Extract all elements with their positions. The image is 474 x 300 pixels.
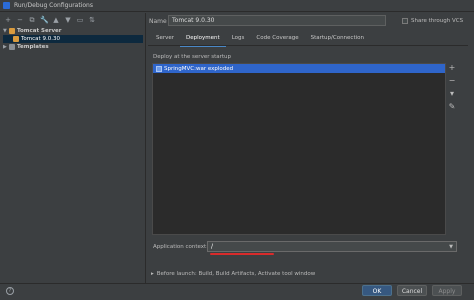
name-label: Name	[149, 18, 167, 25]
tree-group-tomcat[interactable]: ▼ Tomcat Server	[3, 27, 143, 35]
wrench-icon	[9, 44, 15, 50]
move-down-icon[interactable]: ▾	[448, 90, 456, 98]
tree-item-label: Tomcat 9.0.30	[21, 36, 60, 42]
cancel-button[interactable]: Cancel	[397, 285, 427, 296]
chevron-down-icon[interactable]: ▼	[448, 244, 454, 250]
add-icon[interactable]: +	[4, 16, 12, 24]
wrench-icon[interactable]: 🔧	[40, 16, 49, 24]
footer-divider	[0, 283, 474, 284]
tree-group-label: Tomcat Server	[17, 28, 62, 34]
intellij-icon	[3, 2, 10, 9]
folder-icon[interactable]: ▭	[76, 16, 84, 24]
tree-group-templates[interactable]: ▶ Templates	[3, 43, 143, 51]
config-toolbar: + − ⧉ 🔧 ▲ ▼ ▭ ⇅	[4, 15, 96, 25]
app-context-value: /	[211, 243, 214, 250]
app-context-field[interactable]: / ▼	[207, 241, 457, 252]
chevron-right-icon[interactable]: ▸	[151, 271, 154, 277]
move-down-icon[interactable]: ▼	[64, 16, 72, 24]
tree-templates-label: Templates	[17, 44, 49, 50]
apply-button[interactable]: Apply	[432, 285, 462, 296]
config-tree: ▼ Tomcat Server Tomcat 9.0.30 ▶ Template…	[3, 27, 143, 51]
deploy-list[interactable]: SpringMVC:war exploded	[152, 63, 446, 235]
name-field[interactable]: Tomcat 9.0.30	[168, 15, 386, 26]
move-up-icon[interactable]: ▲	[52, 16, 60, 24]
remove-icon[interactable]: −	[448, 77, 456, 85]
remove-icon[interactable]: −	[16, 16, 24, 24]
pane-divider[interactable]	[145, 13, 146, 283]
title-bar: Run/Debug Configurations	[0, 0, 474, 12]
red-underline	[210, 253, 274, 255]
artifact-icon	[156, 65, 162, 72]
tomcat-icon	[13, 36, 19, 42]
share-vcs-checkbox[interactable]: Share through VCS	[402, 18, 463, 24]
tabs-divider	[148, 45, 468, 46]
list-item[interactable]: SpringMVC:war exploded	[153, 64, 445, 73]
artifact-label: SpringMVC:war exploded	[164, 65, 234, 72]
app-context-label: Application context:	[153, 244, 209, 250]
copy-icon[interactable]: ⧉	[28, 16, 36, 24]
tomcat-icon	[9, 28, 15, 34]
edit-icon[interactable]: ✎	[448, 103, 456, 111]
window-title: Run/Debug Configurations	[14, 2, 93, 9]
tree-item-tomcat-9[interactable]: Tomcat 9.0.30	[3, 35, 143, 43]
add-icon[interactable]: +	[448, 64, 456, 72]
deploy-label: Deploy at the server startup	[153, 54, 232, 60]
sort-icon[interactable]: ⇅	[88, 16, 96, 24]
share-label: Share through VCS	[411, 18, 464, 24]
before-launch-section[interactable]: ▸ Before launch: Build, Build Artifacts,…	[151, 271, 315, 277]
checkbox-box[interactable]	[402, 18, 408, 24]
before-launch-label: Before launch: Build, Build Artifacts, A…	[156, 271, 316, 277]
deploy-side-toolbar: + − ▾ ✎	[448, 64, 456, 111]
ok-button[interactable]: OK	[362, 285, 392, 296]
help-icon[interactable]: ?	[6, 287, 14, 295]
